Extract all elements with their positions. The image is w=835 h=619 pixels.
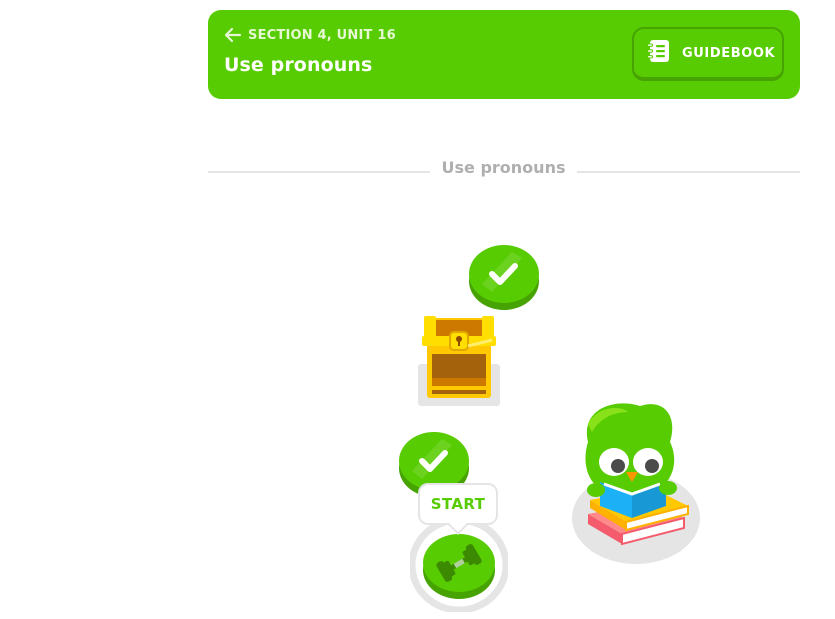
learn-page: SECTION 4, UNIT 16 Use pronouns GUIDEBOO… xyxy=(0,0,835,619)
unit-title: Use pronouns xyxy=(224,54,373,76)
guidebook-label: GUIDEBOOK xyxy=(682,45,776,61)
section-divider-title: Use pronouns xyxy=(441,158,566,177)
section-label: SECTION 4, UNIT 16 xyxy=(248,27,396,43)
unit-header: SECTION 4, UNIT 16 Use pronouns GUIDEBOO… xyxy=(208,10,800,99)
divider-line-left xyxy=(208,171,430,173)
guidebook-button[interactable]: GUIDEBOOK xyxy=(632,27,784,81)
lesson-node-completed[interactable] xyxy=(468,244,540,316)
back-to-sections-link[interactable]: SECTION 4, UNIT 16 xyxy=(224,27,396,43)
checkmark-icon xyxy=(469,245,539,310)
duo-reading-icon xyxy=(570,402,704,570)
treasure-chest-icon xyxy=(418,316,500,406)
start-tooltip: START xyxy=(418,483,498,525)
divider-line-right xyxy=(577,171,800,173)
treasure-chest-node[interactable] xyxy=(418,312,500,410)
arrow-left-icon xyxy=(224,27,242,43)
notebook-icon xyxy=(646,38,672,68)
